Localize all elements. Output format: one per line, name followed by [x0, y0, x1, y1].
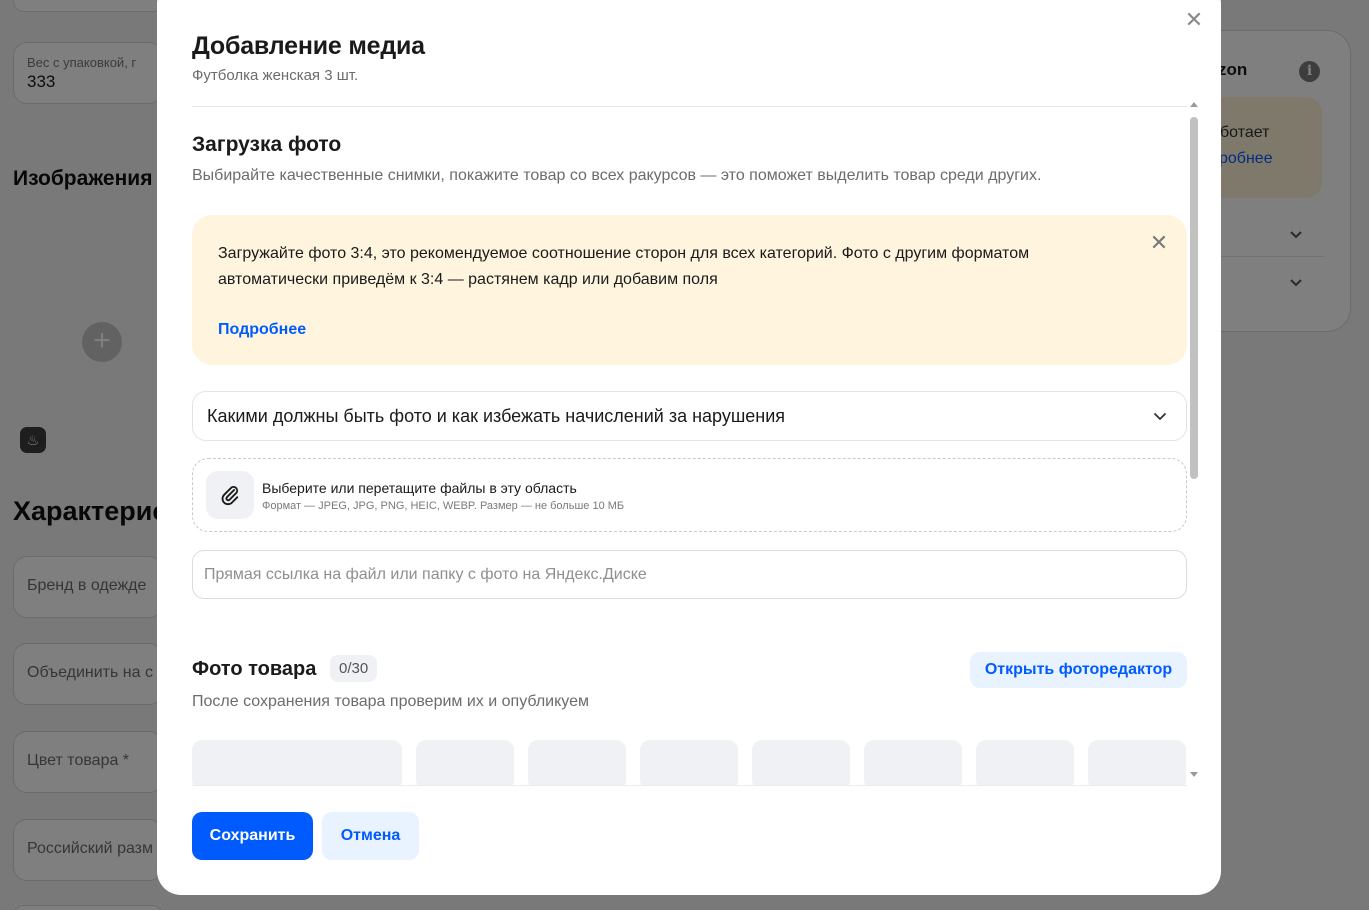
photo-slot[interactable]: [640, 740, 738, 785]
dropzone-description: Формат — JPEG, JPG, PNG, HEIC, WEBP. Раз…: [262, 500, 625, 512]
notice-more-link[interactable]: Подробнее: [218, 321, 306, 339]
modal-scroll-area[interactable]: Загрузка фото Выбирайте качественные сни…: [192, 107, 1187, 785]
modal-subtitle: Футболка женская 3 шт.: [192, 67, 359, 84]
modal-title: Добавление медиа: [192, 32, 425, 60]
aspect-ratio-notice: Загружайте фото 3:4, это рекомендуемое с…: [192, 215, 1187, 365]
close-icon[interactable]: ✕: [1184, 9, 1204, 31]
upload-section-description: Выбирайте качественные снимки, покажите …: [192, 167, 1042, 184]
photos-title: Фото товара: [192, 658, 317, 680]
photo-slot[interactable]: [416, 740, 514, 785]
scroll-up-arrow[interactable]: [1190, 102, 1198, 107]
photos-count-badge: 0/30: [330, 655, 378, 682]
open-photo-editor-button[interactable]: Открыть фоторедактор: [970, 652, 1187, 688]
photos-description: После сохранения товара проверим их и оп…: [192, 693, 589, 710]
cancel-button[interactable]: Отмена: [322, 812, 419, 860]
file-dropzone[interactable]: Выберите или перетащите файлы в эту обла…: [192, 458, 1187, 532]
add-media-modal: ✕ Добавление медиа Футболка женская 3 шт…: [157, 0, 1221, 895]
photo-slot[interactable]: [752, 740, 850, 785]
photo-slot[interactable]: [864, 740, 962, 785]
save-button[interactable]: Сохранить: [192, 812, 313, 860]
scroll-down-arrow[interactable]: [1190, 772, 1198, 777]
footer-divider: [192, 785, 1187, 786]
paperclip-icon: [221, 486, 239, 506]
dropzone-title: Выберите или перетащите файлы в эту обла…: [262, 480, 577, 496]
attach-button[interactable]: [206, 471, 254, 519]
photo-slot[interactable]: [976, 740, 1074, 785]
chevron-down-icon: [1154, 413, 1166, 420]
upload-section-title: Загрузка фото: [192, 133, 342, 156]
photo-slot[interactable]: [528, 740, 626, 785]
photo-requirements-accordion[interactable]: Какими должны быть фото и как избежать н…: [192, 391, 1187, 441]
notice-text: Загружайте фото 3:4, это рекомендуемое с…: [218, 245, 1030, 288]
close-icon[interactable]: ✕: [1149, 232, 1169, 254]
photo-slot[interactable]: [1088, 740, 1186, 785]
accordion-label: Какими должны быть фото и как избежать н…: [207, 406, 786, 426]
photo-slot-main[interactable]: [192, 740, 402, 785]
scrollbar-thumb[interactable]: [1190, 117, 1198, 479]
yandex-disk-link-input[interactable]: [192, 550, 1187, 599]
